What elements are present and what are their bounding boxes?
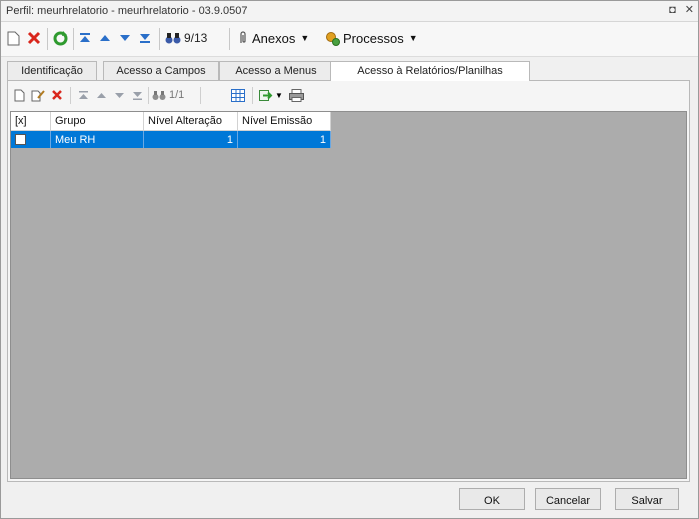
next-record-button[interactable] bbox=[117, 27, 133, 49]
dialog-window: Perfil: meurhrelatorio - meurhrelatorio … bbox=[0, 0, 699, 519]
process-gears-icon bbox=[326, 31, 340, 46]
tab-acesso-menus[interactable]: Acesso a Menus bbox=[219, 61, 333, 80]
delete-x-icon bbox=[27, 31, 41, 45]
grid-columns-button[interactable] bbox=[230, 86, 246, 104]
restore-icon[interactable]: ◘ bbox=[669, 4, 676, 16]
new-document-icon bbox=[14, 89, 24, 101]
main-toolbar: 9/13 Anexos ▼ Processos ▼ bbox=[1, 22, 698, 57]
binoculars-icon bbox=[152, 91, 166, 100]
cancel-button[interactable]: Cancelar bbox=[535, 488, 601, 510]
tab-identificacao[interactable]: Identificação bbox=[7, 61, 97, 80]
arrow-down-icon bbox=[114, 92, 124, 98]
grid-header-row: [x] Grupo Nível Alteração Nível Emissão bbox=[11, 112, 331, 131]
chevron-down-icon: ▼ bbox=[275, 90, 283, 100]
tab-strip: Identificação Acesso a Campos Acesso a M… bbox=[7, 61, 687, 81]
chevron-down-icon: ▼ bbox=[300, 33, 310, 43]
grid-table-icon bbox=[231, 88, 245, 102]
first-record-button[interactable] bbox=[77, 27, 93, 49]
grid-first-button[interactable] bbox=[76, 86, 90, 104]
column-header-grupo[interactable]: Grupo bbox=[50, 112, 144, 131]
first-record-icon bbox=[80, 33, 90, 42]
close-icon[interactable]: ✕ bbox=[685, 4, 694, 16]
delete-record-button[interactable] bbox=[25, 27, 43, 49]
title-bar: Perfil: meurhrelatorio - meurhrelatorio … bbox=[1, 1, 698, 22]
ok-button[interactable]: OK bbox=[459, 488, 525, 510]
grid-print-button[interactable] bbox=[288, 86, 304, 104]
export-arrow-icon bbox=[259, 89, 273, 101]
first-record-icon bbox=[78, 90, 88, 99]
binoculars-icon bbox=[165, 33, 181, 44]
tab-panel: 1/1 ▼ [x] Grupo Nível Alteração Nível Em… bbox=[7, 80, 690, 482]
save-button[interactable]: Salvar bbox=[615, 488, 679, 510]
grid-toolbar: 1/1 ▼ bbox=[8, 81, 689, 109]
last-record-icon bbox=[140, 34, 150, 43]
processos-menu-button[interactable]: Processos ▼ bbox=[325, 27, 421, 49]
grid-search-button[interactable]: 1/1 bbox=[152, 86, 196, 104]
anexos-menu-button[interactable]: Anexos ▼ bbox=[237, 27, 321, 49]
new-document-icon bbox=[7, 31, 19, 45]
nivel-emissao-cell[interactable]: 1 bbox=[237, 130, 331, 148]
paperclip-icon bbox=[240, 31, 246, 43]
column-header-nivel-emissao[interactable]: Nível Emissão bbox=[237, 112, 331, 131]
table-row[interactable]: Meu RH 1 1 bbox=[11, 130, 331, 148]
column-header-nivel-alteracao[interactable]: Nível Alteração bbox=[143, 112, 238, 131]
window-controls: ◘ ✕ bbox=[663, 3, 694, 16]
record-counter: 9/13 bbox=[184, 31, 208, 45]
grupo-cell[interactable]: Meu RH bbox=[50, 130, 144, 148]
search-button[interactable]: 9/13 bbox=[165, 27, 223, 49]
processos-label: Processos bbox=[343, 30, 404, 46]
last-record-icon bbox=[132, 91, 142, 100]
grid-delete-button[interactable] bbox=[50, 86, 64, 104]
anexos-label: Anexos bbox=[252, 30, 296, 46]
grid-new-button[interactable] bbox=[12, 86, 26, 104]
grid-previous-button[interactable] bbox=[94, 86, 108, 104]
printer-icon bbox=[288, 88, 304, 102]
tab-acesso-campos[interactable]: Acesso a Campos bbox=[103, 61, 219, 80]
dialog-footer: OK Cancelar Salvar bbox=[1, 481, 698, 518]
nivel-alteracao-cell[interactable]: 1 bbox=[143, 130, 238, 148]
tab-acesso-relatorios[interactable]: Acesso à Relatórios/Planilhas bbox=[330, 61, 530, 81]
arrow-down-icon bbox=[120, 35, 130, 41]
grid-next-button[interactable] bbox=[112, 86, 126, 104]
arrow-up-icon bbox=[100, 35, 110, 41]
grid-export-button[interactable]: ▼ bbox=[258, 86, 284, 104]
edit-document-icon bbox=[31, 89, 45, 101]
arrow-up-icon bbox=[96, 92, 106, 98]
refresh-icon bbox=[53, 30, 67, 45]
data-grid[interactable]: [x] Grupo Nível Alteração Nível Emissão … bbox=[10, 111, 687, 479]
grid-record-counter: 1/1 bbox=[169, 89, 185, 101]
chevron-down-icon: ▼ bbox=[408, 33, 418, 43]
new-record-button[interactable] bbox=[5, 27, 21, 49]
window-title: Perfil: meurhrelatorio - meurhrelatorio … bbox=[6, 5, 248, 17]
previous-record-button[interactable] bbox=[97, 27, 113, 49]
refresh-button[interactable] bbox=[51, 27, 69, 49]
grid-edit-button[interactable] bbox=[30, 86, 46, 104]
column-header-select[interactable]: [x] bbox=[11, 112, 51, 131]
delete-x-icon bbox=[52, 90, 62, 100]
row-select-cell[interactable] bbox=[11, 130, 51, 148]
row-checkbox[interactable] bbox=[15, 134, 26, 146]
last-record-button[interactable] bbox=[137, 27, 153, 49]
grid-last-button[interactable] bbox=[130, 86, 144, 104]
